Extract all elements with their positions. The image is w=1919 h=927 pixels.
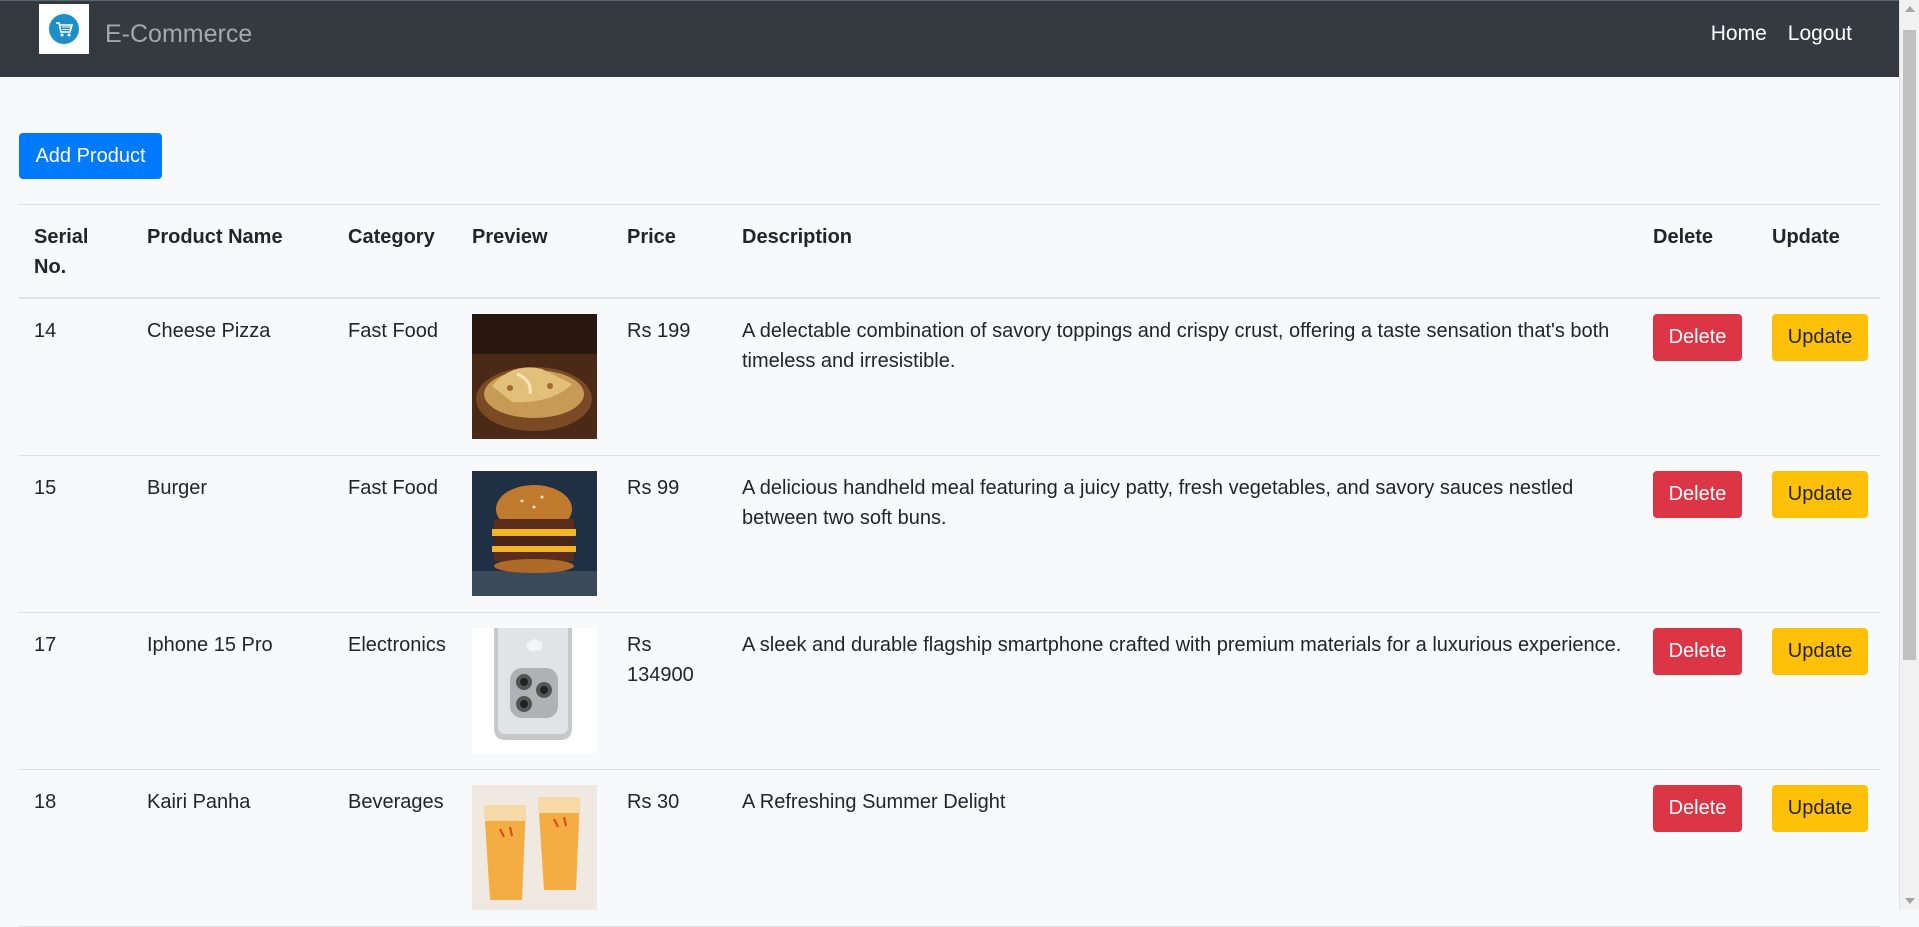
nav-home-link[interactable]: Home [1711,22,1767,46]
delete-button[interactable]: Delete [1653,785,1742,832]
scroll-up-arrow-icon[interactable] [1905,6,1915,12]
cell-price: Rs 99 [612,455,727,613]
table-row: 18 Kairi Panha Beverages Rs 30 A Refresh… [19,769,1880,927]
brand-name[interactable]: E-Commerce [105,20,252,49]
cart-logo-icon[interactable] [39,4,89,54]
header-category: Category [333,204,457,299]
cell-serial: 15 [19,455,132,613]
table-row: 17 Iphone 15 Pro Electronics Rs 134900 A… [19,612,1880,770]
cell-category: Fast Food [333,298,457,456]
update-button[interactable]: Update [1772,628,1868,675]
update-button[interactable]: Update [1772,471,1868,518]
nav-links: Home Logout [1711,22,1852,46]
scrollbar-thumb[interactable] [1903,30,1916,660]
header-product-name: Product Name [132,204,333,299]
drink-image [472,785,597,910]
cell-description: A Refreshing Summer Delight [727,769,1638,927]
header-preview: Preview [457,204,612,299]
add-product-button[interactable]: Add Product [19,133,162,179]
delete-button[interactable]: Delete [1653,628,1742,675]
nav-logout-link[interactable]: Logout [1788,22,1852,46]
cell-product-name: Iphone 15 Pro [132,612,333,770]
cell-product-name: Kairi Panha [132,769,333,927]
vertical-scrollbar[interactable] [1899,0,1919,910]
delete-button[interactable]: Delete [1653,471,1742,518]
header-description: Description [727,204,1638,299]
cell-product-name: Cheese Pizza [132,298,333,456]
cell-price: Rs 30 [612,769,727,927]
cell-price: Rs 134900 [612,612,727,770]
update-button[interactable]: Update [1772,785,1868,832]
phone-image [472,628,597,753]
header-delete: Delete [1638,204,1757,299]
cell-description: A sleek and durable flagship smartphone … [727,612,1638,770]
cell-category: Electronics [333,612,457,770]
products-table-container: Serial No. Product Name Category Preview… [19,204,1880,927]
scroll-down-arrow-icon[interactable] [1905,898,1915,904]
cell-description: A delectable combination of savory toppi… [727,298,1638,456]
navbar: E-Commerce Home Logout [0,0,1899,77]
pizza-image [472,314,597,439]
cell-category: Fast Food [333,455,457,613]
table-row: 15 Burger Fast Food Rs 99 A delicious ha… [19,455,1880,613]
cell-description: A delicious handheld meal featuring a ju… [727,455,1638,613]
header-serial: Serial No. [19,204,132,299]
products-table: Serial No. Product Name Category Preview… [19,204,1880,927]
cell-serial: 18 [19,769,132,927]
cell-serial: 14 [19,298,132,456]
table-row: 14 Cheese Pizza Fast Food Rs 199 A delec… [19,298,1880,456]
cell-price: Rs 199 [612,298,727,456]
cell-category: Beverages [333,769,457,927]
burger-image [472,471,597,596]
delete-button[interactable]: Delete [1653,314,1742,361]
cell-product-name: Burger [132,455,333,613]
header-update: Update [1757,204,1880,299]
header-price: Price [612,204,727,299]
cell-serial: 17 [19,612,132,770]
update-button[interactable]: Update [1772,314,1868,361]
table-header-row: Serial No. Product Name Category Preview… [19,204,1880,299]
